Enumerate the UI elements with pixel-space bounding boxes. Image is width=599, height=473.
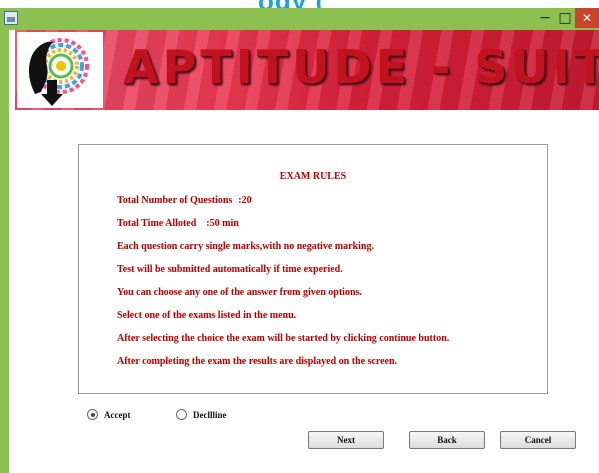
cancel-button[interactable]: Cancel bbox=[500, 431, 576, 449]
minimize-button[interactable]: − bbox=[535, 8, 555, 28]
rule-item: Each question carry single marks,with no… bbox=[117, 241, 374, 252]
window-left-border bbox=[0, 30, 9, 473]
rules-heading: EXAM RULES bbox=[279, 171, 347, 182]
java-app-icon bbox=[4, 11, 18, 25]
total-time-label: Total Time Alloted bbox=[117, 218, 197, 229]
radio-unchecked-icon[interactable] bbox=[176, 409, 187, 420]
head-color-wheel-icon bbox=[17, 32, 103, 108]
radio-checked-icon[interactable] bbox=[87, 409, 98, 420]
banner-title: APTITUDE - SUITE bbox=[123, 40, 599, 94]
exam-rules-panel: EXAM RULES Total Number of Questions:20 … bbox=[78, 144, 548, 394]
rule-total-questions: Total Number of Questions :20 bbox=[117, 195, 252, 206]
accept-radio[interactable]: Accept bbox=[87, 409, 131, 420]
total-questions-value: :20 bbox=[238, 195, 252, 206]
rule-item: After completing the exam the results ar… bbox=[117, 356, 398, 367]
close-button[interactable]: ✕ bbox=[575, 8, 599, 28]
rule-total-time: Total Time Alloted :50 min bbox=[117, 218, 239, 229]
next-button[interactable]: Next bbox=[308, 431, 384, 449]
total-time-value: :50 min bbox=[206, 218, 239, 229]
page-top-fragment: ogy ( bbox=[0, 0, 599, 16]
rule-item: Select one of the exams listed in the me… bbox=[117, 310, 297, 321]
window-titlebar[interactable]: − □ ✕ bbox=[0, 8, 599, 30]
accept-label: Accept bbox=[104, 409, 131, 420]
total-questions-label: Total Number of Questions bbox=[117, 195, 233, 206]
rule-item: You can choose any one of the answer fro… bbox=[117, 287, 362, 298]
rule-item: Test will be submitted automatically if … bbox=[117, 264, 343, 275]
window-controls: − □ ✕ bbox=[535, 8, 599, 30]
decline-radio[interactable]: Decllline bbox=[176, 409, 227, 420]
back-button[interactable]: Back bbox=[409, 431, 485, 449]
decline-label: Decllline bbox=[193, 409, 227, 420]
maximize-button[interactable]: □ bbox=[555, 8, 575, 28]
rule-item: After selecting the choice the exam will… bbox=[117, 333, 450, 344]
app-banner: APTITUDE - SUITE bbox=[15, 30, 599, 110]
